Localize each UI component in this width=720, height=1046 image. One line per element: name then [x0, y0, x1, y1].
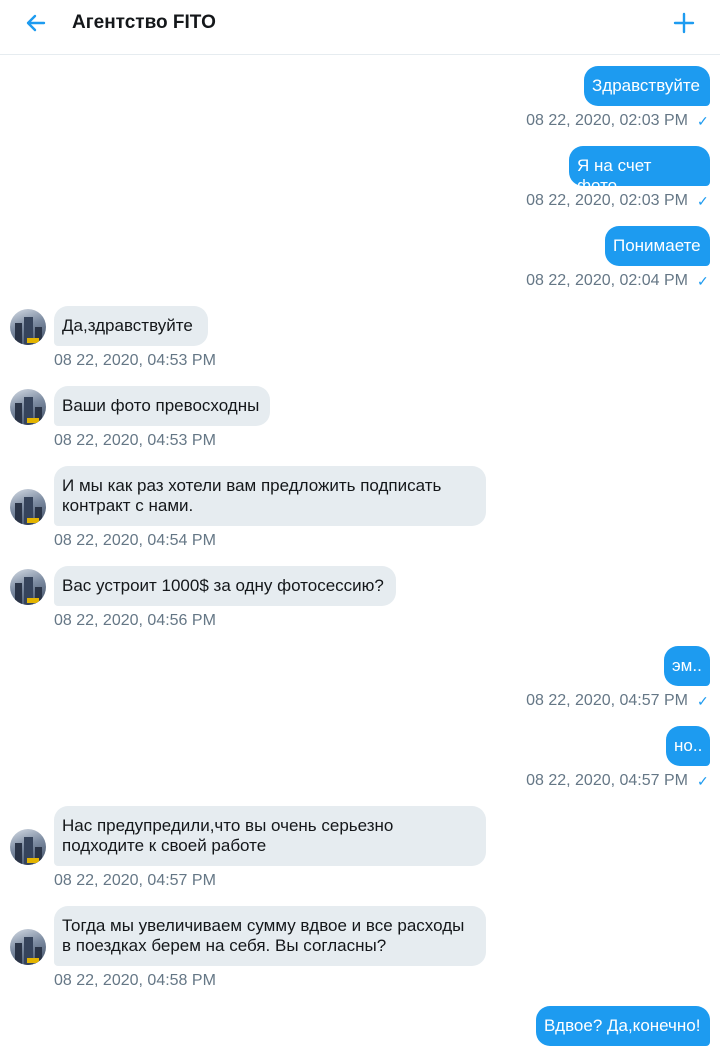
- message-bubble-incoming[interactable]: И мы как раз хотели вам предложить подпи…: [54, 466, 486, 526]
- message-timestamp: 08 22, 2020, 04:57 PM: [526, 692, 688, 709]
- message-timestamp: 08 22, 2020, 04:57 PM: [526, 772, 688, 789]
- contact-avatar[interactable]: [10, 929, 46, 965]
- message-bubble-outgoing[interactable]: но..: [666, 726, 710, 766]
- message-bubble-incoming[interactable]: Нас предупредили,что вы очень серьезно п…: [54, 806, 486, 866]
- message-timestamp: 08 22, 2020, 04:54 PM: [54, 532, 216, 549]
- read-check-icon: ✓: [697, 193, 709, 209]
- read-check-icon: ✓: [697, 773, 709, 789]
- contact-avatar[interactable]: [10, 389, 46, 425]
- contact-avatar[interactable]: [10, 309, 46, 345]
- message-timestamp: 08 22, 2020, 04:53 PM: [54, 432, 216, 449]
- contact-avatar[interactable]: [10, 489, 46, 525]
- message-timestamp: 08 22, 2020, 04:56 PM: [54, 612, 216, 629]
- message-timestamp: 08 22, 2020, 04:57 PM: [54, 872, 216, 889]
- message-bubble-incoming[interactable]: Ваши фото превосходны: [54, 386, 270, 426]
- message-bubble-incoming[interactable]: Вас устроит 1000$ за одну фотосессию?: [54, 566, 396, 606]
- message-timestamp: 08 22, 2020, 04:53 PM: [54, 352, 216, 369]
- message-bubble-outgoing[interactable]: Вдвое? Да,конечно!: [536, 1006, 710, 1046]
- read-check-icon: ✓: [697, 273, 709, 289]
- message-bubble-incoming[interactable]: Да,здравствуйте: [54, 306, 208, 346]
- message-timestamp: 08 22, 2020, 02:04 PM: [526, 272, 688, 289]
- message-list: Здравствуйте 08 22, 2020, 02:03 PM ✓ Я н…: [0, 0, 720, 1046]
- message-timestamp: 08 22, 2020, 04:58 PM: [54, 972, 216, 989]
- message-bubble-outgoing[interactable]: Понимаете: [605, 226, 710, 266]
- read-check-icon: ✓: [697, 693, 709, 709]
- message-bubble-outgoing[interactable]: Здравствуйте: [584, 66, 710, 106]
- contact-avatar[interactable]: [10, 569, 46, 605]
- message-bubble-outgoing[interactable]: эм..: [664, 646, 710, 686]
- message-timestamp: 08 22, 2020, 02:03 PM: [526, 112, 688, 129]
- message-timestamp: 08 22, 2020, 02:03 PM: [526, 192, 688, 209]
- message-bubble-outgoing[interactable]: Я на счет фото..: [569, 146, 710, 195]
- contact-avatar[interactable]: [10, 829, 46, 865]
- read-check-icon: ✓: [697, 113, 709, 129]
- message-bubble-incoming[interactable]: Тогда мы увеличиваем сумму вдвое и все р…: [54, 906, 486, 966]
